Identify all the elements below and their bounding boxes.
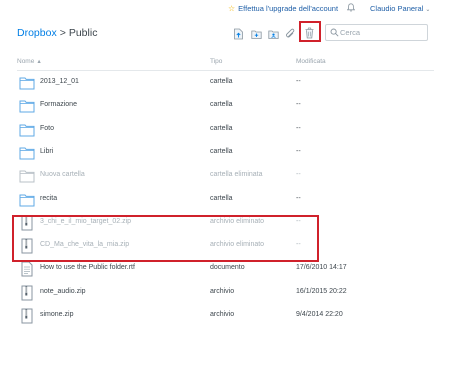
file-type: cartella eliminata bbox=[210, 171, 263, 179]
file-name[interactable]: recita bbox=[40, 195, 57, 202]
file-name[interactable]: Libri bbox=[40, 148, 53, 155]
folder-icon bbox=[19, 147, 35, 160]
upgrade-link[interactable]: ☆ Effettua l'upgrade dell'account bbox=[228, 4, 338, 13]
file-type: cartella bbox=[210, 101, 233, 109]
sort-asc-icon: ▲ bbox=[36, 59, 42, 65]
user-name: Claudio Paneral bbox=[370, 4, 424, 13]
folder-icon bbox=[19, 100, 35, 113]
file-modified: -- bbox=[296, 194, 301, 202]
file-name[interactable]: note_audio.zip bbox=[40, 288, 86, 295]
file-modified: -- bbox=[296, 101, 301, 109]
star-icon: ☆ bbox=[228, 4, 236, 13]
file-modified: -- bbox=[296, 124, 301, 132]
file-row[interactable]: simone.zip archivio 9/4/2014 22:20 bbox=[17, 305, 434, 328]
file-name[interactable]: simone.zip bbox=[40, 311, 73, 318]
search-icon bbox=[330, 28, 339, 37]
file-modified: -- bbox=[296, 147, 301, 155]
file-name[interactable]: 2013_12_01 bbox=[40, 78, 79, 85]
file-row[interactable]: Nuova cartella cartella eliminata -- bbox=[17, 165, 434, 188]
search-input[interactable] bbox=[340, 26, 424, 39]
column-modified[interactable]: Modificata bbox=[296, 58, 326, 65]
shared-folder-icon[interactable] bbox=[268, 28, 279, 40]
file-row[interactable]: Foto cartella -- bbox=[17, 119, 434, 142]
deleted-files-highlight-box bbox=[12, 215, 319, 262]
upload-icon[interactable] bbox=[233, 28, 244, 40]
zip-icon bbox=[21, 285, 33, 301]
file-row[interactable]: 2013_12_01 cartella -- bbox=[17, 72, 434, 95]
file-type: documento bbox=[210, 264, 245, 272]
file-type: archivio bbox=[210, 287, 235, 295]
column-header: Nome ▲ Tipo Modificata bbox=[17, 56, 434, 71]
bell-icon[interactable] bbox=[347, 3, 355, 12]
folder-icon bbox=[19, 77, 35, 90]
file-row[interactable]: Formazione cartella -- bbox=[17, 95, 434, 118]
file-modified: 16/1/2015 20:22 bbox=[296, 287, 347, 295]
column-type[interactable]: Tipo bbox=[210, 58, 222, 65]
trash-highlight-box bbox=[299, 21, 321, 42]
file-row[interactable]: Libri cartella -- bbox=[17, 142, 434, 165]
file-modified: -- bbox=[296, 78, 301, 85]
column-name-label: Nome bbox=[17, 58, 35, 65]
file-modified: 9/4/2014 22:20 bbox=[296, 311, 343, 318]
file-name[interactable]: Foto bbox=[40, 125, 54, 132]
folder-icon bbox=[19, 124, 35, 137]
file-type: cartella bbox=[210, 194, 233, 202]
breadcrumb-current: Public bbox=[68, 27, 98, 39]
breadcrumb-root[interactable]: Dropbox bbox=[17, 27, 57, 39]
file-type: cartella bbox=[210, 147, 233, 155]
link-icon[interactable] bbox=[285, 28, 296, 40]
breadcrumb-separator: > bbox=[59, 27, 66, 39]
deleted-folder-icon bbox=[19, 170, 35, 183]
search-box[interactable] bbox=[325, 24, 428, 41]
file-type: cartella bbox=[210, 124, 233, 132]
file-type: archivio bbox=[210, 311, 235, 318]
file-row[interactable]: recita cartella -- bbox=[17, 189, 434, 212]
file-name[interactable]: Nuova cartella bbox=[40, 171, 85, 178]
top-bar: ☆ Effettua l'upgrade dell'account Claudio… bbox=[0, 0, 450, 18]
chevron-down-icon: ⌄ bbox=[425, 7, 431, 13]
file-type: cartella bbox=[210, 78, 233, 85]
file-name[interactable]: How to use the Public folder.rtf bbox=[40, 264, 135, 271]
new-folder-icon[interactable] bbox=[251, 28, 262, 40]
file-modified: -- bbox=[296, 171, 301, 179]
user-menu[interactable]: Claudio Paneral ⌄ bbox=[370, 4, 430, 13]
document-icon bbox=[21, 261, 33, 277]
zip-icon bbox=[21, 308, 33, 324]
file-modified: 17/6/2010 14:17 bbox=[296, 264, 347, 272]
upgrade-label: Effettua l'upgrade dell'account bbox=[238, 4, 339, 13]
column-name[interactable]: Nome ▲ bbox=[17, 58, 42, 65]
file-row[interactable]: note_audio.zip archivio 16/1/2015 20:22 bbox=[17, 282, 434, 305]
file-name[interactable]: Formazione bbox=[40, 101, 77, 108]
folder-icon bbox=[19, 194, 35, 206]
breadcrumb: Dropbox > Public bbox=[17, 27, 97, 39]
